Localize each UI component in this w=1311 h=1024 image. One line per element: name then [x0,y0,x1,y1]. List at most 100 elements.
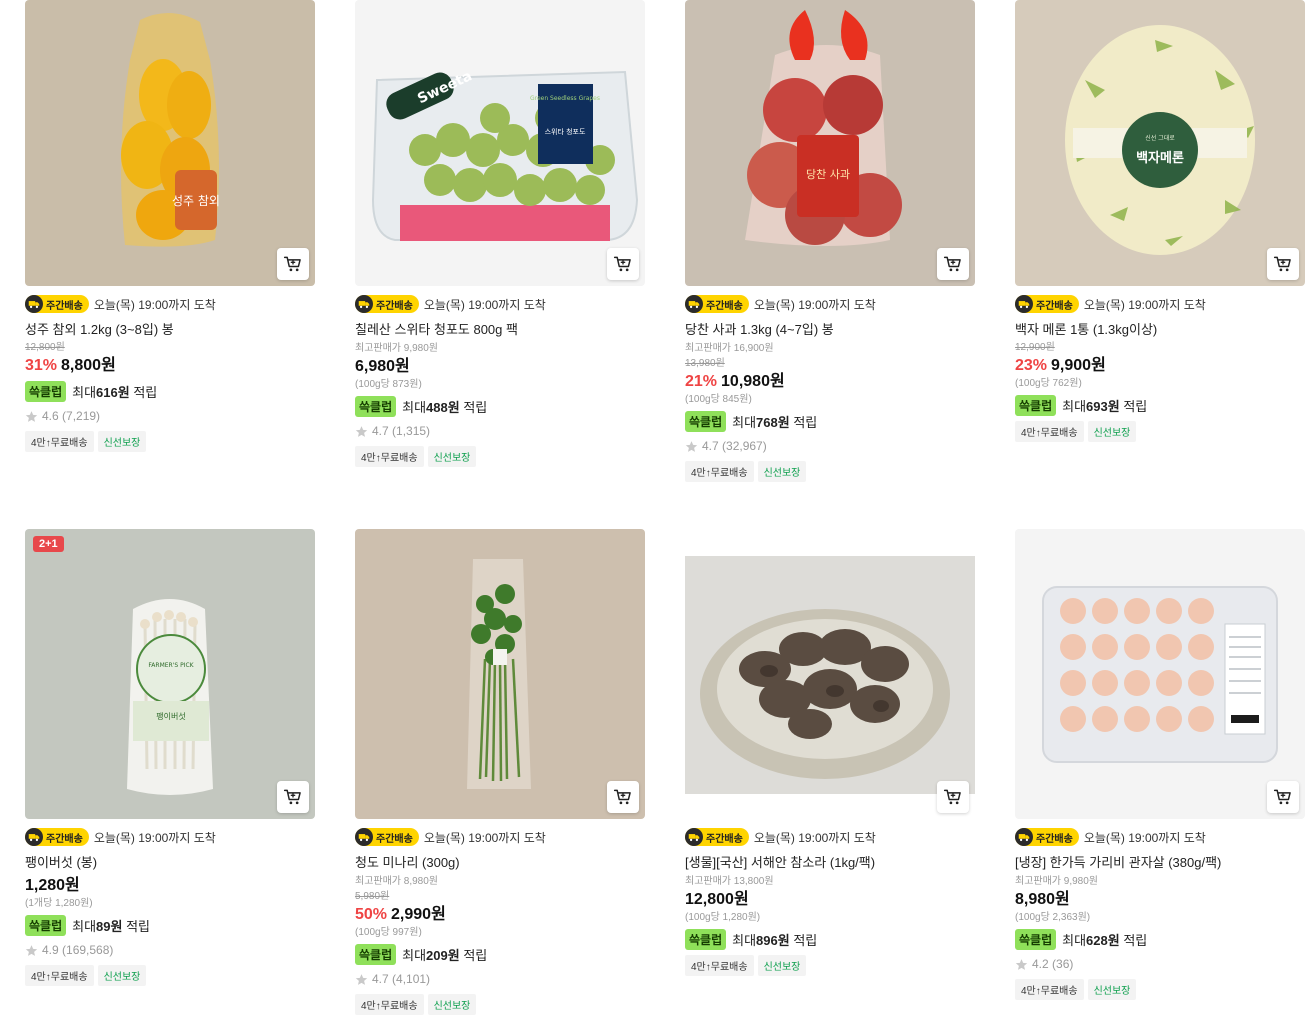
unit-price: (100g당 997원) [355,927,422,938]
product-image[interactable] [355,529,645,819]
sale-price: 8,980원 [1015,891,1070,908]
add-to-cart-button[interactable] [937,781,969,813]
star-icon [355,425,368,438]
discount-rate: 31% [25,357,58,374]
product-name[interactable]: 성주 참외 1.2kg (3~8입) 봉 [25,321,315,339]
rating: 4.2 (36) [1015,955,1305,973]
points-badge: 쓱클럽 [1015,394,1057,416]
product-image[interactable]: 신선 그대로 백자메론 [1015,0,1305,286]
product-name[interactable]: 당찬 사과 1.3kg (4~7입) 봉 [685,321,975,339]
tag-list: 4만↑무료배송 신선보장 [685,955,975,976]
free-shipping-tag: 4만↑무료배송 [25,431,94,452]
sale-price: 2,990원 [391,906,446,923]
free-shipping-tag: 4만↑무료배송 [25,965,94,986]
points-badge: 쓱클럽 [685,928,727,950]
product-image[interactable]: Sweeta Green Seedless Grapes 스위타 청포도 [355,0,645,286]
tag-list: 4만↑무료배송 신선보장 [25,965,315,986]
sale-price: 8,800원 [61,357,116,374]
truck-icon [1015,828,1033,846]
product-card[interactable]: FARMER'S PICK 팽이버섯 2+1 주간배송 오늘(목) 19:00까… [25,529,315,986]
points-badge: 쓱클럽 [1015,928,1057,950]
product-card[interactable]: 당찬 사과 주간배송 오늘(목) 19:00까지 도착 당찬 사과 1.3kg … [685,0,975,482]
rating: 4.7 (4,101) [355,970,645,988]
tag-list: 4만↑무료배송 신선보장 [1015,979,1305,1000]
delivery-badge: 주간배송 [355,828,419,846]
delivery-badge: 주간배송 [25,828,89,846]
product-image[interactable]: FARMER'S PICK 팽이버섯 2+1 [25,529,315,819]
product-image[interactable]: 성주 참외 [25,0,315,286]
add-to-cart-button[interactable] [937,248,969,280]
add-to-cart-button[interactable] [607,248,639,280]
price-line: 1,280원 [25,876,315,896]
add-to-cart-button[interactable] [277,248,309,280]
points-amount: 89원 [96,918,123,934]
price-line: 12,800원 [685,890,975,910]
cart-icon [943,787,963,807]
product-name[interactable]: [생물][국산] 서해안 참소라 (1kg/팩) [685,854,975,872]
points-prefix: 최대 [402,947,427,963]
product-card[interactable]: 성주 참외 주간배송 오늘(목) 19:00까지 도착 성주 참외 1.2kg … [25,0,315,452]
product-name[interactable]: 칠레산 스위타 청포도 800g 팩 [355,321,645,339]
product-name[interactable]: [냉장] 한가득 가리비 관자살 (380g/팩) [1015,854,1305,872]
points-amount: 693원 [1086,398,1120,414]
rating-score: 4.9 [42,943,59,957]
points-badge: 쓱클럽 [25,380,67,402]
add-to-cart-button[interactable] [607,781,639,813]
fresh-guarantee-tag: 신선보장 [757,461,807,482]
delivery-badge-label: 주간배송 [706,833,743,845]
points-suffix: 적립 [463,947,488,963]
product-card[interactable]: 주간배송 오늘(목) 19:00까지 도착 청도 미나리 (300g) 최고판매… [355,529,645,1015]
add-to-cart-button[interactable] [1267,248,1299,280]
product-card[interactable]: 신선 그대로 백자메론 주간배송 오늘(목) 19:00까지 도착 백자 메론 … [1015,0,1305,442]
cart-icon [1273,254,1293,274]
promo-badge: 2+1 [33,536,64,552]
delivery-text: 오늘(목) 19:00까지 도착 [1083,830,1206,845]
product-image[interactable]: 당찬 사과 [685,0,975,286]
points-info: 쓱클럽 최대 616원 적립 [25,380,315,402]
product-name[interactable]: 백자 메론 1통 (1.3kg이상) [1015,321,1305,339]
highest-price: 최고판매가 8,980원 [355,876,439,887]
cart-icon [283,254,303,274]
green-grapes-image: Sweeta Green Seedless Grapes 스위타 청포도 [355,0,645,286]
highest-price: 최고판매가 16,900원 [685,343,774,354]
sale-price: 12,800원 [685,891,749,908]
sale-price: 10,980원 [721,373,785,390]
unit-price: (100g당 2,363원) [1015,912,1091,923]
delivery-text: 오늘(목) 19:00까지 도착 [753,830,876,845]
free-shipping-tag: 4만↑무료배송 [685,955,754,976]
fresh-guarantee-tag: 신선보장 [1087,421,1137,442]
product-image[interactable] [685,529,975,819]
points-info: 쓱클럽 최대 896원 적립 [685,928,975,950]
review-count: (1,315) [392,424,431,438]
delivery-info: 주간배송 오늘(목) 19:00까지 도착 [685,295,975,313]
tag-list: 4만↑무료배송 신선보장 [355,994,645,1015]
delivery-badge-label: 주간배송 [706,300,743,312]
discount-rate: 23% [1015,357,1048,374]
rating: 4.7 (32,967) [685,437,975,455]
points-info: 쓱클럽 최대 693원 적립 [1015,394,1305,416]
rating-score: 4.7 [372,424,389,438]
tag-list: 4만↑무료배송 신선보장 [25,431,315,452]
product-image[interactable] [1015,529,1305,819]
product-card[interactable]: 주간배송 오늘(목) 19:00까지 도착 [냉장] 한가득 가리비 관자살 (… [1015,529,1305,1000]
delivery-badge: 주간배송 [1015,828,1079,846]
product-card[interactable]: Sweeta Green Seedless Grapes 스위타 청포도 주간배… [355,0,645,467]
free-shipping-tag: 4만↑무료배송 [1015,421,1084,442]
product-name[interactable]: 청도 미나리 (300g) [355,854,645,872]
add-to-cart-button[interactable] [1267,781,1299,813]
fresh-guarantee-tag: 신선보장 [1087,979,1137,1000]
product-card[interactable]: 주간배송 오늘(목) 19:00까지 도착 [생물][국산] 서해안 참소라 (… [685,529,975,976]
price-line: 50% 2,990원 [355,905,645,925]
points-amount: 628원 [1086,932,1120,948]
sale-price: 1,280원 [25,877,80,894]
add-to-cart-button[interactable] [277,781,309,813]
fresh-guarantee-tag: 신선보장 [757,955,807,976]
tag-list: 4만↑무료배송 신선보장 [685,461,975,482]
original-price: 5,980원 [355,891,390,902]
price-line: 23% 9,900원 [1015,356,1305,376]
product-name[interactable]: 팽이버섯 (봉) [25,854,315,872]
review-count: (169,568) [62,943,114,957]
points-info: 쓱클럽 최대 768원 적립 [685,410,975,432]
enoki-label: 팽이버섯 [156,711,185,721]
price-line: 8,980원 [1015,890,1305,910]
